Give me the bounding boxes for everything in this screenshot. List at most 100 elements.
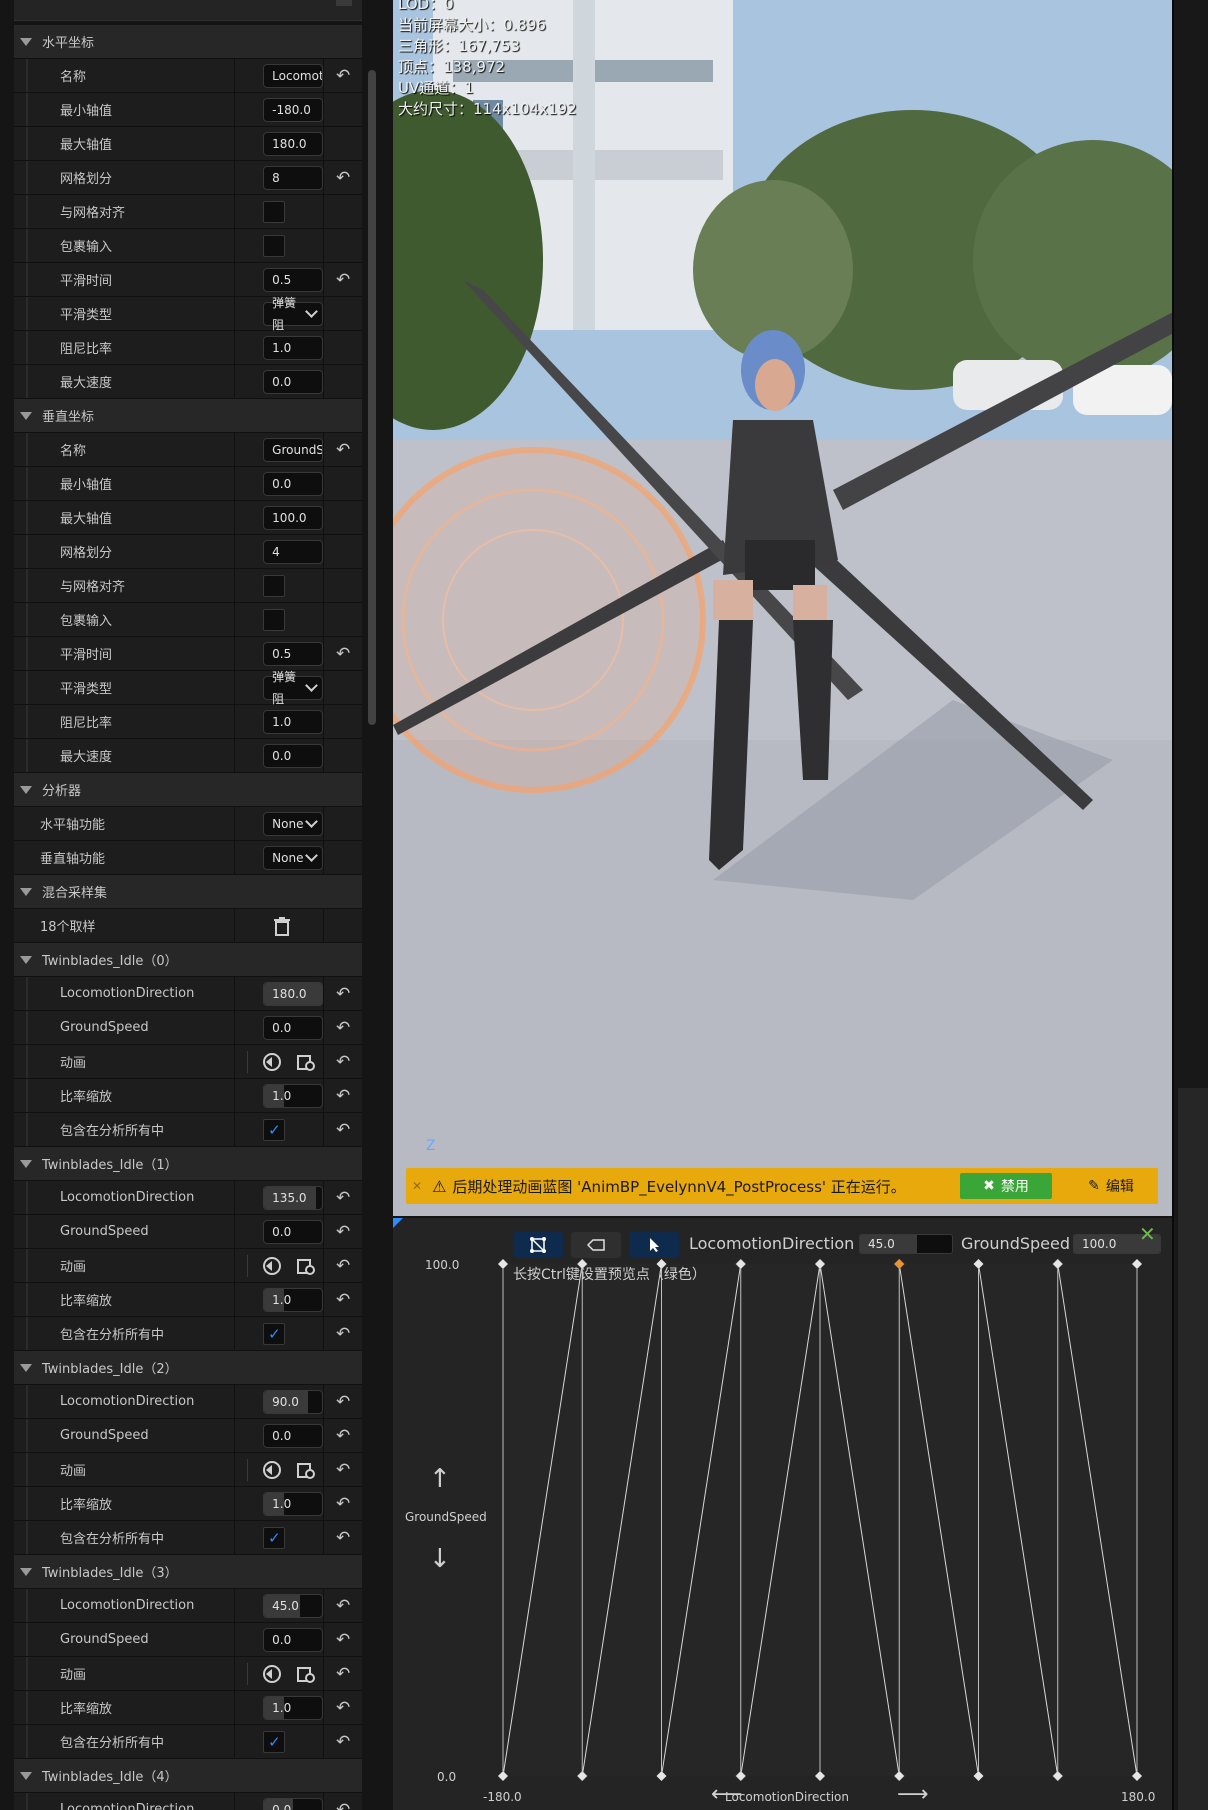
section-header[interactable]: Twinblades_Idle（0） [14,943,362,977]
reset-to-default-icon[interactable]: ↶ [336,1800,350,1810]
checkbox[interactable]: ✓ [263,1730,286,1753]
collapse-triangle-icon[interactable] [20,887,32,896]
slider-field[interactable]: 1.0 [263,1287,324,1312]
combo-box[interactable]: None [263,845,324,870]
preview-viewport[interactable]: LOD：0 当前屏幕大小：0.896 三角形：167,753 顶点：138,97… [393,0,1172,1216]
edit-button[interactable]: ✎ 编辑 [1068,1173,1154,1199]
browse-asset-icon[interactable] [296,1052,316,1072]
h-axis-value-input[interactable]: 45.0 [859,1234,953,1254]
browse-asset-icon[interactable] [296,1256,316,1276]
value-field[interactable]: Locomot [263,63,324,88]
blend-graph[interactable] [393,1218,1172,1810]
reset-to-default-icon[interactable]: ↶ [336,1222,350,1242]
reset-to-default-icon[interactable]: ↶ [336,1528,350,1548]
value-field[interactable]: 0.0 [263,1219,324,1244]
section-header[interactable]: Twinblades_Idle（2） [14,1351,362,1385]
use-selected-asset-icon[interactable] [262,1460,282,1480]
reset-to-default-icon[interactable]: ↶ [336,1290,350,1310]
value-field[interactable]: 0.0 [263,1423,324,1448]
slider-field[interactable]: 1.0 [263,1695,324,1720]
use-selected-asset-icon[interactable] [262,1256,282,1276]
collapse-triangle-icon[interactable] [20,955,32,964]
value-field[interactable]: 0.0 [263,1627,324,1652]
reset-to-default-icon[interactable]: ↶ [336,1392,350,1412]
collapse-triangle-icon[interactable] [20,1567,32,1576]
trash-icon[interactable] [273,916,291,936]
value-field[interactable]: 1.0 [263,335,324,360]
section-header[interactable]: Twinblades_Idle（3） [14,1555,362,1589]
section-header[interactable]: 分析器 [14,773,362,807]
reset-to-default-icon[interactable]: ↶ [336,984,350,1004]
checkbox[interactable]: ✓ [263,1526,286,1549]
reset-to-default-icon[interactable]: ↶ [336,644,350,664]
value-field[interactable]: 100.0 [263,505,324,530]
value-field[interactable]: 0.0 [263,743,324,768]
value-field[interactable]: 0.5 [263,267,324,292]
value-field[interactable]: 0.0 [263,369,324,394]
reset-to-default-icon[interactable]: ↶ [336,168,350,188]
reset-to-default-icon[interactable]: ↶ [336,1664,350,1684]
checkbox[interactable]: ✓ [263,1118,286,1141]
slider-field[interactable]: 0.0 [263,1797,324,1810]
checkbox[interactable] [263,608,286,631]
browse-asset-icon[interactable] [296,1460,316,1480]
preview-pointer-button[interactable] [629,1232,679,1258]
reset-to-default-icon[interactable]: ↶ [336,1018,350,1038]
reset-to-default-icon[interactable]: ↶ [336,1698,350,1718]
reset-to-default-icon[interactable]: ↶ [336,1426,350,1446]
value-field[interactable]: 180.0 [263,131,324,156]
reset-to-default-icon[interactable]: ↶ [336,1596,350,1616]
blend-space-editor[interactable]: LocomotionDirection 45.0 GroundSpeed 100… [393,1218,1172,1810]
checkbox[interactable] [263,574,286,597]
reset-to-default-icon[interactable]: ↶ [336,1630,350,1650]
collapse-triangle-icon[interactable] [20,1363,32,1372]
reset-to-default-icon[interactable]: ↶ [336,1460,350,1480]
reset-to-default-icon[interactable]: ↶ [336,1494,350,1514]
slider-field[interactable]: 1.0 [263,1083,324,1108]
browse-asset-icon[interactable] [296,1664,316,1684]
banner-close-icon[interactable]: ✕ [412,1179,422,1193]
value-field[interactable]: 8 [263,165,324,190]
slider-field[interactable]: 135.0 [263,1185,324,1210]
section-header[interactable]: 水平坐标 [14,25,362,59]
section-header[interactable]: Twinblades_Idle（1） [14,1147,362,1181]
disable-button[interactable]: ✖ 禁用 [960,1173,1052,1199]
reset-to-default-icon[interactable]: ↶ [336,66,350,86]
triangulation-toggle-button[interactable] [513,1232,563,1258]
value-field[interactable]: 0.0 [263,471,324,496]
reset-to-default-icon[interactable]: ↶ [336,440,350,460]
details-scrollbar[interactable] [368,70,376,725]
reset-to-default-icon[interactable]: ↶ [336,1086,350,1106]
value-field[interactable]: 0.0 [263,1015,324,1040]
value-field[interactable]: -180.0 [263,97,324,122]
slider-field[interactable]: 90.0 [263,1389,324,1414]
reset-to-default-icon[interactable]: ↶ [336,1256,350,1276]
combo-box[interactable]: 弹簧阻 [263,670,324,706]
value-field[interactable]: 1.0 [263,709,324,734]
checkbox[interactable] [263,234,286,257]
collapse-triangle-icon[interactable] [20,1159,32,1168]
collapse-triangle-icon[interactable] [20,411,32,420]
reset-to-default-icon[interactable]: ↶ [336,270,350,290]
show-labels-button[interactable] [571,1232,621,1258]
slider-field[interactable]: 180.0 [263,981,324,1006]
collapse-triangle-icon[interactable] [20,37,32,46]
section-header[interactable]: 垂直坐标 [14,399,362,433]
combo-box[interactable]: 弹簧阻 [263,296,324,332]
use-selected-asset-icon[interactable] [262,1664,282,1684]
reset-to-default-icon[interactable]: ↶ [336,1052,350,1072]
use-selected-asset-icon[interactable] [262,1052,282,1072]
collapse-triangle-icon[interactable] [20,785,32,794]
section-header[interactable]: Twinblades_Idle（4） [14,1759,362,1793]
collapse-triangle-icon[interactable] [20,1771,32,1780]
reset-to-default-icon[interactable]: ↶ [336,1732,350,1752]
slider-field[interactable]: 1.0 [263,1491,324,1516]
close-preview-icon[interactable]: ✕ [1139,1222,1156,1246]
section-header[interactable]: 混合采样集 [14,875,362,909]
reset-to-default-icon[interactable]: ↶ [336,1120,350,1140]
reset-to-default-icon[interactable]: ↶ [336,1324,350,1344]
value-field[interactable]: 4 [263,539,324,564]
value-field[interactable]: 0.5 [263,641,324,666]
reset-to-default-icon[interactable]: ↶ [336,1188,350,1208]
combo-box[interactable]: None [263,811,324,836]
